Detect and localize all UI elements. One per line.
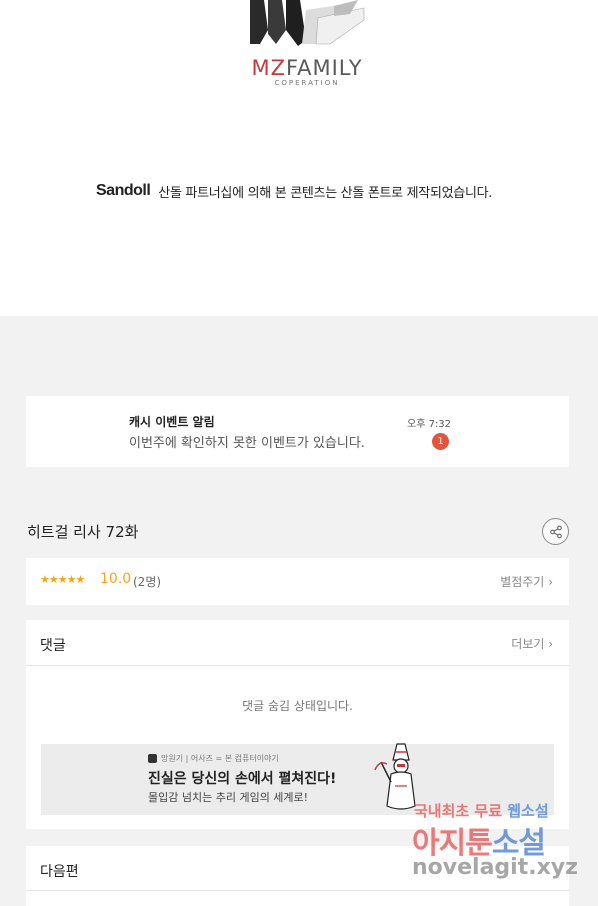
comments-card: 댓글 더보기 › 댓글 숨김 상태입니다. 망원기 | 어사즈 = 본 컴퓨터이… (26, 620, 569, 829)
rating-card: ★★★★★ 10.0 (2명) 별점주기 › (26, 558, 569, 605)
top-panel: MZFAMILY COPERATION Sandoll 산돌 파트너십에 의해 … (0, 0, 598, 316)
ad-subtext: 몰입감 넘치는 추리 게임의 세계로! (148, 791, 309, 804)
notification-time: 오후 7:32 (407, 419, 452, 430)
rating-score: 10.0 (100, 571, 132, 587)
sandoll-logo: Sandoll (96, 182, 151, 199)
logo-wordmark: MZFAMILY (251, 56, 363, 80)
ad-app-icon (148, 754, 157, 763)
comments-more-button[interactable]: 더보기 › (511, 635, 553, 652)
rate-button[interactable]: 별점주기 › (500, 573, 553, 590)
rating-count: (2명) (133, 575, 162, 589)
notification-body: 이번주에 확인하지 못한 이벤트가 있습니다. (129, 436, 365, 451)
cash-event-notification[interactable]: 캐시 이벤트 알림 이번주에 확인하지 못한 이벤트가 있습니다. 오후 7:3… (26, 396, 569, 467)
font-credit: Sandoll 산돌 파트너십에 의해 본 콘텐츠는 산돌 폰트로 제작되었습니… (96, 180, 492, 202)
share-button[interactable] (542, 518, 569, 545)
share-icon (549, 525, 562, 538)
divider (26, 665, 569, 666)
chevron-right-icon: › (548, 575, 553, 589)
mz-family-logo-icon (250, 0, 365, 46)
watermark-url: novelagit.xyz (412, 855, 578, 880)
ad-headline: 진실은 당신의 손에서 펼쳐진다! (148, 771, 337, 787)
logo-subtitle: COPERATION (274, 79, 340, 87)
font-credit-text: 산돌 파트너십에 의해 본 콘텐츠는 산돌 폰트로 제작되었습니다. (158, 185, 493, 201)
chevron-right-icon: › (548, 637, 553, 651)
rating-stars: ★★★★★ (40, 573, 85, 586)
episode-title: 히트걸 리사 72화 (27, 523, 139, 541)
comments-title: 댓글 (40, 638, 66, 654)
comments-hidden-message: 댓글 숨김 상태입니다. (242, 699, 353, 713)
ad-source: 망원기 | 어사즈 = 본 컴퓨터이야기 (148, 753, 279, 764)
notification-title: 캐시 이벤트 알림 (129, 415, 215, 429)
divider (26, 890, 569, 891)
next-episode-title: 다음편 (40, 864, 79, 880)
notification-badge: 1 (432, 433, 449, 450)
